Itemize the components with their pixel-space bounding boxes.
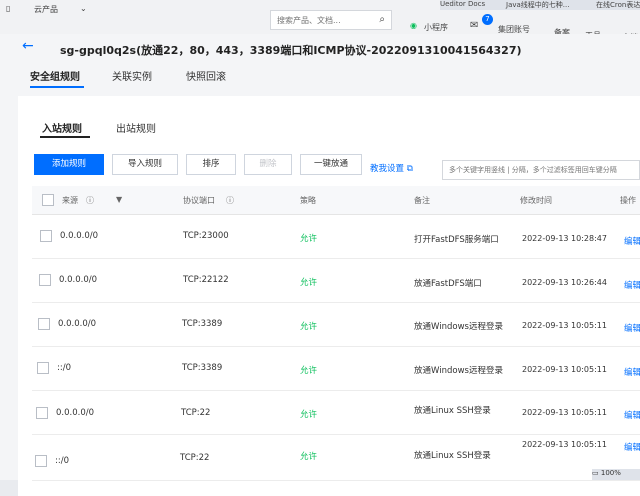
filter-icon[interactable]: ▼ <box>116 195 122 204</box>
tab-inbound-rules[interactable]: 入站规则 <box>42 120 82 135</box>
row-checkbox[interactable] <box>37 362 49 374</box>
column-header-policy: 策略 <box>300 196 316 205</box>
rule-source: ::/0 <box>55 456 69 466</box>
column-header-source: 来源 <box>62 196 78 205</box>
page-title: sg-gpql0q2s(放通22，80，443，3389端口和ICMP协议-20… <box>60 44 522 57</box>
rule-source: ::/0 <box>57 363 71 373</box>
row-checkbox[interactable] <box>36 407 48 419</box>
rule-filter-box[interactable] <box>442 160 640 180</box>
edit-link[interactable]: 编辑 <box>624 409 640 421</box>
global-search-box[interactable]: ⌕ <box>270 10 392 30</box>
help-link[interactable]: 教我设置 ⧉ <box>370 162 413 174</box>
edit-link[interactable]: 编辑 <box>624 235 640 247</box>
rule-note: 放通FastDFS端口 <box>414 279 482 289</box>
help-link-label: 教我设置 <box>370 164 405 174</box>
external-link-icon: ⧉ <box>406 164 413 174</box>
battery-icon: ▭ <box>592 469 599 477</box>
global-search-input[interactable] <box>271 11 379 29</box>
edit-link[interactable]: 编辑 <box>624 279 640 291</box>
import-rules-button[interactable]: 导入规则 <box>112 154 178 175</box>
rule-port: TCP:3389 <box>182 363 223 373</box>
browser-tab[interactable]: Java线程中的七种... <box>506 0 569 10</box>
rule-port: TCP:22 <box>181 408 211 418</box>
rule-policy: 允许 <box>300 410 318 420</box>
rule-policy: 允许 <box>300 322 318 332</box>
rule-source: 0.0.0.0/0 <box>58 319 97 329</box>
chevron-down-icon: ⌄ <box>80 4 87 13</box>
active-tab-indicator <box>30 86 84 88</box>
rule-modified-time: 2022-09-13 10:05:11 <box>522 408 607 417</box>
delete-button[interactable]: 删除 <box>244 154 292 175</box>
rule-modified-time: 2022-09-13 10:26:44 <box>522 278 607 287</box>
rule-note: 打开FastDFS服务端口 <box>414 235 499 245</box>
rule-policy: 允许 <box>300 366 318 376</box>
rule-filter-input[interactable] <box>443 161 640 179</box>
add-rule-button[interactable]: 添加规则 <box>34 154 104 175</box>
info-icon[interactable]: ⓘ <box>86 195 94 206</box>
rule-modified-time: 2022-09-13 10:05:11 <box>522 365 607 374</box>
rule-port: TCP:22 <box>180 453 210 463</box>
tab-associated-instances[interactable]: 关联实例 <box>112 68 152 83</box>
row-checkbox[interactable] <box>35 455 47 467</box>
select-all-checkbox[interactable] <box>42 194 54 206</box>
browser-tab[interactable]: Ueditor Docs <box>440 0 485 8</box>
notification-badge: 7 <box>482 14 493 25</box>
row-checkbox[interactable] <box>38 318 50 330</box>
column-header-protocol-port: 协议端口 <box>183 196 215 205</box>
rule-modified-time: 2022-09-13 10:05:11 <box>522 321 607 330</box>
column-header-actions: 操作 <box>620 196 636 205</box>
edit-link[interactable]: 编辑 <box>624 322 640 334</box>
browser-tab[interactable]: 在线Cron表达式... <box>596 0 640 10</box>
rule-source: 0.0.0.0/0 <box>59 275 98 285</box>
rule-modified-time: 2022-09-13 10:05:11 <box>522 440 607 449</box>
rule-policy: 允许 <box>300 452 318 462</box>
back-arrow-icon[interactable]: ← <box>22 38 34 54</box>
rule-policy: 允许 <box>300 278 318 288</box>
miniprogram-link[interactable]: 小程序 <box>424 22 448 33</box>
battery-status: ▭ 100% <box>592 469 640 480</box>
tab-outbound-rules[interactable]: 出站规则 <box>116 120 156 135</box>
tab-security-group-rules[interactable]: 安全组规则 <box>30 68 80 83</box>
edit-link[interactable]: 编辑 <box>624 366 640 378</box>
rule-port: TCP:22122 <box>183 275 229 285</box>
edit-link[interactable]: 编辑 <box>624 441 640 453</box>
rule-note: 放通Windows远程登录 <box>414 322 503 332</box>
rule-source: 0.0.0.0/0 <box>60 231 99 241</box>
tab-snapshot-rollback[interactable]: 快照回滚 <box>186 68 226 83</box>
search-icon[interactable]: ⌕ <box>379 14 385 25</box>
rule-policy: 允许 <box>300 234 318 244</box>
row-checkbox[interactable] <box>40 230 52 242</box>
allow-all-button[interactable]: 一键放通 <box>300 154 362 175</box>
top-nav-content: ▯ 云产品 ⌄ ⌕ ◉ 小程序 ✉ 7 集团账号 备案 工具 文档 Uedito… <box>0 0 640 42</box>
miniprogram-icon: ◉ <box>410 21 417 30</box>
rule-source: 0.0.0.0/0 <box>56 408 95 418</box>
mail-icon[interactable]: ✉ <box>470 20 478 31</box>
browser-tab-strip: Ueditor Docs Java线程中的七种... 在线Cron表达式... <box>440 0 640 10</box>
sort-button[interactable]: 排序 <box>186 154 236 175</box>
rule-modified-time: 2022-09-13 10:28:47 <box>522 234 607 243</box>
battery-level: 100% <box>600 469 621 477</box>
products-menu[interactable]: 云产品 <box>34 4 58 15</box>
info-icon[interactable]: ⓘ <box>226 195 234 206</box>
rule-port: TCP:3389 <box>182 319 223 329</box>
rule-note: 放通Linux SSH登录 <box>414 451 491 461</box>
column-header-note: 备注 <box>414 196 430 205</box>
rule-port: TCP:23000 <box>183 231 229 241</box>
active-subtab-indicator <box>40 136 90 138</box>
rule-note: 放通Windows远程登录 <box>414 366 503 376</box>
menu-icon[interactable]: ▯ <box>6 4 10 13</box>
column-header-modified-time: 修改时间 <box>520 196 552 205</box>
row-checkbox[interactable] <box>39 274 51 286</box>
rule-note: 放通Linux SSH登录 <box>414 406 491 416</box>
